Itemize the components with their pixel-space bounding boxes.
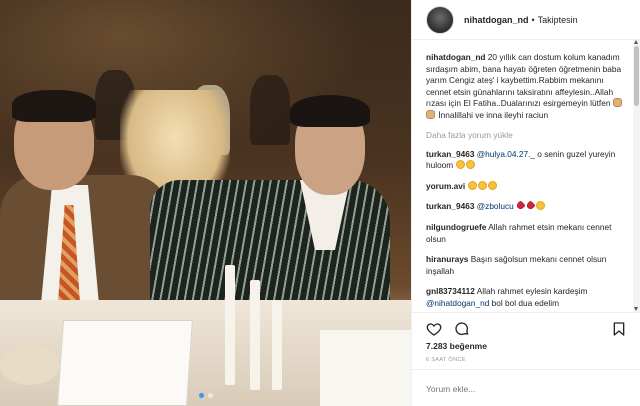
- comments-scrollbar[interactable]: [633, 40, 640, 312]
- comment-username[interactable]: gnl83734112: [426, 286, 475, 296]
- comment-item: gnl83734112 Allah rahmet eylesin kardeşi…: [426, 286, 624, 309]
- post-caption: nihatdogan_nd 20 yıllık can dostum kolum…: [426, 52, 624, 122]
- caption-username[interactable]: nihatdogan_nd: [426, 52, 485, 62]
- load-more-comments[interactable]: Daha fazla yorum yükle: [426, 130, 624, 140]
- praying-hands-icon: [426, 109, 435, 119]
- post-photo[interactable]: [0, 0, 411, 406]
- comment-username[interactable]: hiranurays: [426, 254, 468, 264]
- comment-username[interactable]: yorum.avi: [426, 181, 465, 191]
- comment-item: turkan_9463 @zbolucu: [426, 200, 624, 213]
- carousel-dots: [0, 393, 411, 398]
- smiley-icon: [467, 180, 477, 190]
- comment-item: turkan_9463 @hulya.04.27._ o senin guzel…: [426, 149, 624, 172]
- header-username[interactable]: nihatdogan_nd: [464, 15, 529, 25]
- smiley-icon: [477, 180, 487, 190]
- comment-text-after: bol bol dua edelim: [491, 297, 559, 308]
- heart-emoji-icon: [525, 200, 536, 211]
- scroll-up-arrow-icon[interactable]: [634, 40, 638, 44]
- praying-hands-icon: [612, 98, 622, 108]
- man-left-hair: [12, 90, 96, 122]
- avatar[interactable]: [426, 5, 454, 34]
- comment-input[interactable]: [426, 384, 627, 394]
- comment-mention[interactable]: @nihatdogan_nd: [426, 298, 489, 308]
- striped-jacket: [150, 180, 390, 320]
- candle: [225, 265, 235, 385]
- man-right-hair: [290, 95, 370, 127]
- comment-item: yorum.avi: [426, 180, 624, 193]
- candle: [250, 280, 260, 390]
- smiley-icon: [465, 160, 475, 170]
- plate: [0, 345, 60, 385]
- header-separator: •: [531, 14, 535, 25]
- comment-mention[interactable]: @zbolucu: [477, 201, 514, 211]
- comment-mention[interactable]: @hulya.04.27._: [477, 149, 535, 159]
- bookmark-icon[interactable]: [611, 321, 627, 337]
- comment-username[interactable]: nilgundogruefe: [426, 222, 486, 232]
- post-actions: [412, 312, 640, 342]
- smiley-icon: [536, 201, 546, 211]
- caption-text-tail: İnnalillahi ve inna ileyhi raciun: [438, 109, 549, 120]
- smiley-icon: [487, 180, 497, 190]
- post-side-panel: nihatdogan_nd • Takiptesin nihatdogan_nd…: [411, 0, 640, 406]
- comment-item: nilgundogruefe Allah rahmet etsin mekanı…: [426, 222, 624, 245]
- scrollbar-thumb[interactable]: [634, 46, 639, 106]
- background-person: [250, 75, 290, 145]
- smiley-icon: [455, 160, 465, 170]
- comments-list[interactable]: nihatdogan_nd 20 yıllık can dostum kolum…: [412, 40, 634, 312]
- scroll-down-arrow-icon[interactable]: [634, 307, 638, 311]
- post-header: nihatdogan_nd • Takiptesin: [412, 0, 640, 40]
- candle: [272, 300, 282, 390]
- likes-count[interactable]: 7.283 beğenme: [426, 341, 487, 351]
- heart-icon[interactable]: [426, 321, 442, 337]
- heart-emoji-icon: [515, 200, 526, 211]
- comment-username[interactable]: turkan_9463: [426, 149, 474, 159]
- carousel-dot-active: [198, 393, 204, 398]
- comment-item: hiranurays Başın sağolsun mekanı cennet …: [426, 254, 624, 277]
- comment-username[interactable]: turkan_9463: [426, 201, 474, 211]
- follow-status[interactable]: Takiptesin: [538, 15, 578, 25]
- add-comment-bar: [412, 369, 640, 406]
- speech-bubble-icon[interactable]: [454, 321, 470, 337]
- comment-text: Allah rahmet eylesin kardeşim: [476, 286, 588, 297]
- post-timestamp: 6 SAAT ÖNCE: [426, 357, 466, 363]
- carousel-dot: [207, 393, 213, 398]
